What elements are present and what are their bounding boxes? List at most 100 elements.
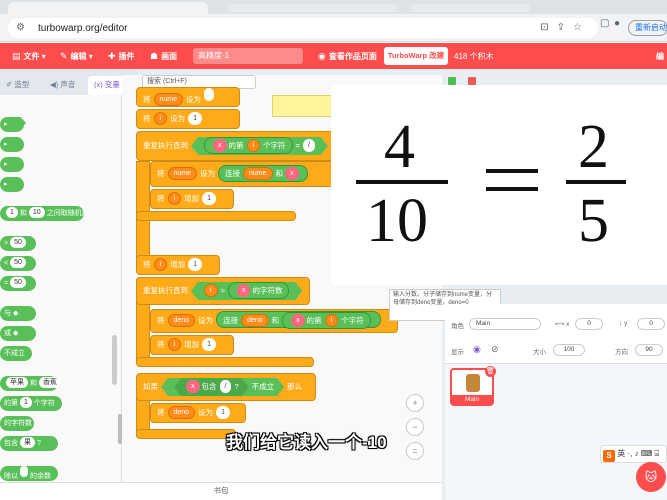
y-input[interactable]: 0 bbox=[637, 318, 665, 330]
palette-mod-block[interactable]: 除以 的余数 bbox=[0, 466, 58, 481]
hide-eye-icon[interactable]: ⊘ bbox=[491, 344, 499, 355]
palette-gt-block[interactable]: >50 bbox=[0, 236, 36, 251]
random-to[interactable]: 10 bbox=[28, 207, 45, 218]
palette-length-block[interactable]: 的字符数 bbox=[0, 416, 34, 431]
show-eye-icon[interactable]: ◉ bbox=[473, 344, 481, 355]
set-i-block[interactable]: 将 i 设为 1 bbox=[136, 109, 240, 129]
palette-contains-block[interactable]: 包含果? bbox=[0, 436, 58, 451]
value-slot[interactable]: / bbox=[220, 380, 232, 393]
workspace-comment[interactable] bbox=[272, 95, 334, 117]
change-i-block-3[interactable]: 将 i 增加 1 bbox=[150, 335, 234, 355]
palette-block[interactable]: ▸ bbox=[0, 137, 24, 152]
zoom-reset-icon[interactable]: = bbox=[406, 442, 424, 460]
palette-random-block[interactable]: 1 和 10 之间取随机数 bbox=[0, 206, 89, 221]
translate-icon[interactable]: ⊡ bbox=[540, 22, 556, 33]
change-i-block-2[interactable]: 将 i 增加 1 bbox=[136, 255, 220, 275]
share-icon[interactable]: ⇪ bbox=[557, 22, 573, 33]
tune-icon[interactable]: ⚙ bbox=[16, 22, 25, 33]
eq-value[interactable]: 50 bbox=[10, 277, 26, 288]
omnibox[interactable]: ⚙ turbowarp.org/editor ⊡⇪☆ bbox=[8, 18, 598, 38]
var-reporter[interactable]: x bbox=[213, 139, 227, 152]
menu-addons[interactable]: ✚ 插件 bbox=[108, 51, 135, 62]
lt-value[interactable]: 50 bbox=[10, 257, 26, 268]
condition-bool[interactable]: x 的第 i 个字符 = / bbox=[191, 137, 328, 155]
size-input[interactable]: 100 bbox=[553, 344, 585, 356]
menu-right[interactable]: 编 bbox=[656, 51, 664, 62]
zoom-out-icon[interactable]: − bbox=[406, 418, 424, 436]
var-dropdown[interactable]: nume bbox=[153, 93, 184, 106]
project-page-link[interactable]: ◉ 查看作品页面 bbox=[318, 51, 377, 62]
repeat-until-block-2[interactable]: 重复执行直到 i > x 的字符数 bbox=[136, 277, 310, 305]
set-deno-block[interactable]: 将 deno 设为 连接 deno 和 x 的第 i 个字符 bbox=[150, 309, 398, 333]
change-i-block[interactable]: 将 i 增加 1 bbox=[150, 189, 234, 209]
set-nume-block[interactable]: 将 nume 设为 bbox=[136, 87, 240, 107]
tab-costumes[interactable]: ✐ 造型 bbox=[0, 76, 35, 95]
x-input[interactable]: 0 bbox=[575, 318, 603, 330]
palette-and-block[interactable]: 与 ◆ bbox=[0, 306, 36, 321]
set-deno-1-block[interactable]: 将 deno 设为 1 bbox=[150, 403, 246, 423]
gt-value[interactable]: 50 bbox=[10, 237, 26, 248]
value-slot[interactable]: / bbox=[303, 139, 315, 152]
var-reporter[interactable]: i bbox=[204, 284, 218, 297]
tab-sounds[interactable]: ◀) 声音 bbox=[44, 76, 81, 95]
condition-bool[interactable]: x 包含 /? 不成立 bbox=[161, 378, 284, 396]
var-dropdown[interactable]: deno bbox=[167, 314, 196, 327]
var-dropdown[interactable]: i bbox=[167, 338, 182, 351]
var-reporter[interactable]: i bbox=[324, 314, 339, 327]
profile-button[interactable]: 重新启动 bbox=[628, 20, 667, 36]
value-slot[interactable]: 1 bbox=[188, 112, 202, 125]
direction-input[interactable]: 90 bbox=[635, 344, 663, 356]
letter-op[interactable]: x 的第 i 个字符 bbox=[204, 137, 293, 154]
palette-letter-block[interactable]: 的第 1 个字符 bbox=[0, 396, 62, 411]
var-dropdown[interactable]: i bbox=[153, 258, 168, 271]
palette-eq-block[interactable]: = 50 bbox=[0, 276, 36, 291]
sprite-name-input[interactable]: Main bbox=[469, 318, 541, 330]
green-flag-icon[interactable] bbox=[448, 77, 456, 85]
workspace-scrollbar-thumb[interactable] bbox=[118, 414, 122, 444]
length-op[interactable]: x 的字符数 bbox=[228, 282, 290, 299]
var-reporter[interactable]: x bbox=[186, 380, 200, 393]
var-reporter[interactable]: i bbox=[247, 139, 261, 152]
turbowarp-button[interactable]: TurboWarp 改建 bbox=[384, 47, 448, 65]
ime-toolbar[interactable]: S 英 ·, ♪ ⌨ ⌸ bbox=[600, 445, 667, 463]
stop-icon[interactable] bbox=[468, 77, 476, 85]
letter-num[interactable]: 1 bbox=[20, 397, 32, 408]
zoom-in-icon[interactable]: + bbox=[406, 394, 424, 412]
browser-tab[interactable] bbox=[228, 4, 398, 12]
random-from[interactable]: 1 bbox=[6, 207, 18, 218]
if-block[interactable]: 如果 x 包含 /? 不成立 那么 bbox=[136, 373, 316, 401]
var-reporter[interactable]: deno bbox=[241, 314, 269, 327]
value-slot[interactable]: 1 bbox=[188, 258, 202, 271]
var-dropdown[interactable]: i bbox=[153, 112, 168, 125]
palette-block[interactable]: ▸ bbox=[0, 117, 24, 132]
palette-join-block[interactable]: 苹果和香蕉 bbox=[0, 376, 61, 391]
var-dropdown[interactable]: i bbox=[167, 192, 182, 205]
join-b[interactable]: 香蕉 bbox=[39, 377, 61, 388]
letter-op[interactable]: x 的第 i 个字符 bbox=[282, 312, 371, 329]
contains-op[interactable]: x 包含 /? bbox=[174, 378, 249, 396]
backpack[interactable]: 书包 bbox=[0, 482, 442, 500]
add-sprite-button[interactable]: 🐱 bbox=[636, 462, 666, 492]
browser-tab-active[interactable] bbox=[8, 2, 208, 14]
menu-edit[interactable]: ✎ 编辑 ▾ bbox=[60, 51, 93, 62]
palette-scrollbar[interactable] bbox=[112, 335, 117, 385]
condition-bool[interactable]: i > x 的字符数 bbox=[191, 282, 302, 300]
sidebar-icon[interactable]: ▢ bbox=[600, 18, 609, 29]
palette-block[interactable]: ▸ bbox=[0, 157, 24, 172]
bookmark-star-icon[interactable]: ☆ bbox=[573, 22, 590, 33]
var-dropdown[interactable]: nume bbox=[167, 167, 198, 180]
project-title-input[interactable]: 高精度-1 bbox=[193, 48, 303, 64]
value-slot[interactable]: 1 bbox=[202, 192, 216, 205]
mod-slot[interactable] bbox=[20, 466, 28, 477]
palette-block[interactable]: ▸ bbox=[0, 177, 24, 192]
profile-icon[interactable]: ● bbox=[614, 18, 620, 29]
palette-lt-block[interactable]: <50 bbox=[0, 256, 36, 271]
palette-not-block[interactable]: 不成立 bbox=[0, 346, 32, 361]
menu-file[interactable]: ▤ 文件 ▾ bbox=[12, 51, 46, 62]
var-reporter[interactable]: x bbox=[237, 284, 251, 297]
var-reporter[interactable]: x bbox=[285, 167, 299, 180]
value-slot[interactable] bbox=[204, 88, 215, 101]
join-a[interactable]: 苹果 bbox=[6, 377, 28, 388]
sprite-card-main[interactable]: Main 🗑 bbox=[450, 366, 496, 406]
var-reporter[interactable]: nume bbox=[243, 167, 273, 180]
